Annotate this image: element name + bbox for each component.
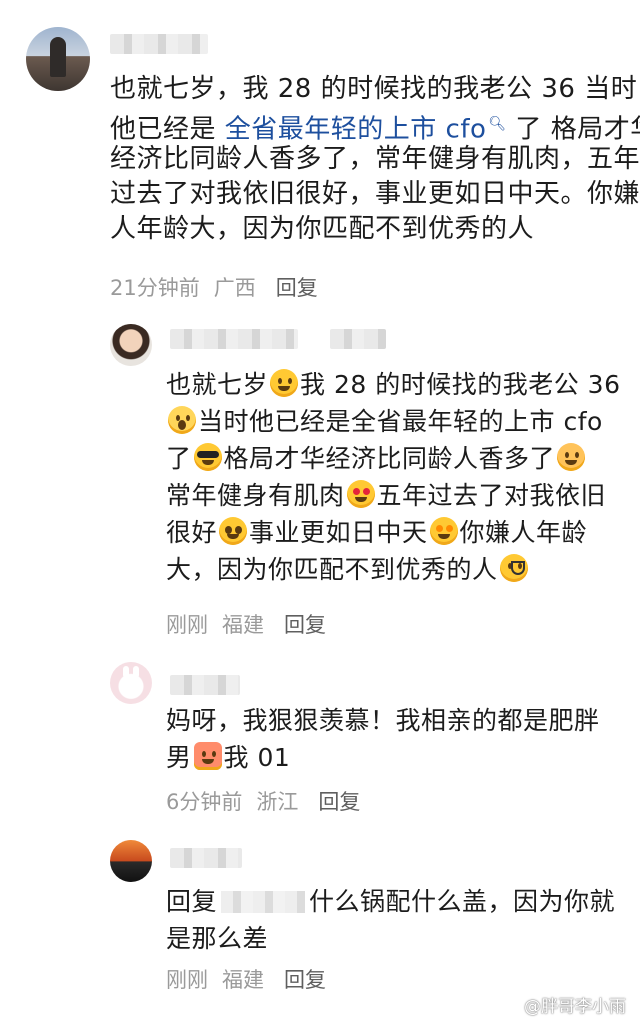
- search-icon[interactable]: 🔍︎: [488, 116, 506, 132]
- comment-text: 我 01: [223, 743, 291, 772]
- pleading-face-emoji: [219, 517, 248, 545]
- comment-meta: 6分钟前 浙江 回复: [166, 788, 374, 816]
- heart-eyes-emoji: [346, 480, 375, 508]
- watermark: @胖哥李小雨: [524, 997, 626, 1017]
- username-blurred[interactable]: [170, 848, 242, 868]
- comment-line: 是那么差: [166, 924, 269, 953]
- comment-location: 福建: [222, 613, 264, 637]
- avatar[interactable]: [26, 27, 90, 91]
- comment-line: 妈呀，我狠狠羡慕！我相亲的都是肥胖: [166, 706, 600, 735]
- comment-time: 21分钟前: [110, 276, 200, 300]
- comment-line: 男 我 01: [166, 739, 600, 776]
- username-blurred[interactable]: [170, 329, 298, 349]
- tired-face-emoji: [193, 742, 222, 770]
- reply-button[interactable]: 回复: [276, 276, 318, 300]
- comment-text: 什么锅配什么盖，因为你就: [309, 887, 616, 916]
- comment-line: 了 格局才华经济比同龄人香多了: [166, 440, 620, 477]
- comment-text: 回复: [166, 887, 218, 916]
- comment-text: 格局才华经济比同龄人香多了: [223, 444, 556, 473]
- comment-location: 浙江: [256, 790, 299, 814]
- search-link[interactable]: 全省最年轻的上市 cfo: [225, 115, 487, 145]
- winking-tongue-emoji: [270, 369, 299, 397]
- comment-line: 也就七岁 我 28 的时候找的我老公 36: [166, 366, 620, 403]
- comment-line: 经济比同龄人香多了，常年健身有肌肉，五年: [110, 144, 640, 174]
- comment-text: 也就七岁: [166, 370, 269, 399]
- comment-body: 也就七岁我 28 的时候找的我老公 36 当时他已经是全省最年轻的上市 cfo …: [166, 366, 620, 588]
- comment-line: 大，因为你匹配不到优秀的人: [166, 551, 620, 588]
- comment-location: 广西: [213, 276, 256, 300]
- sunglasses-emoji: [193, 443, 222, 471]
- comment-line: 回复 什么锅配什么盖，因为你就: [166, 883, 615, 920]
- comment-meta: 21分钟前 广西 回复: [110, 274, 332, 302]
- comment-time: 6分钟前: [166, 790, 243, 814]
- reply-button[interactable]: 回复: [284, 613, 326, 637]
- comment-time: 刚刚: [166, 613, 208, 637]
- screaming-face-emoji: [168, 406, 196, 434]
- comment-body: 回复 什么锅配什么盖，因为你就 是那么差: [166, 883, 615, 957]
- comment-text: 大，因为你匹配不到优秀的人: [166, 555, 498, 584]
- comment-text: 了 格局才华: [515, 114, 640, 145]
- reply-button[interactable]: 回复: [284, 968, 326, 992]
- comment-line: 人年龄大，因为你匹配不到优秀的人: [110, 214, 535, 244]
- comment-text: 很好: [166, 518, 218, 547]
- comment-line: 很好 事业更如日中天 你嫌人年龄: [166, 514, 620, 551]
- comment-text: 了: [166, 444, 192, 473]
- comment-line: 过去了对我依旧很好，事业更如日中天。你嫌: [110, 179, 640, 209]
- avatar[interactable]: [110, 324, 152, 366]
- star-struck-emoji: [429, 517, 458, 545]
- comment-line: 当时他已经是全省最年轻的上市 cfo: [166, 403, 620, 440]
- bunny-ear: [133, 666, 139, 678]
- mentioned-user-blurred[interactable]: [221, 891, 306, 913]
- comment-text: 男: [166, 743, 192, 772]
- comment-text: 事业更如日中天: [249, 518, 428, 547]
- monocle-face-emoji: [499, 554, 528, 582]
- comment-line: 常年健身有肌肉 五年过去了对我依旧: [166, 477, 620, 514]
- username-blurred[interactable]: [170, 675, 240, 695]
- comment-text: 我 28 的时候找的我老公 36: [300, 370, 621, 399]
- statue-figure: [50, 37, 66, 77]
- bunny-ear: [123, 666, 129, 678]
- username-blurred[interactable]: [110, 34, 208, 54]
- comment-text: 常年健身有肌肉: [166, 481, 345, 510]
- comment-body: 也就七岁，我 28 的时候找的我老公 36 当时 他已经是 全省最年轻的上市 c…: [110, 72, 640, 247]
- comment-meta: 刚刚 福建 回复: [166, 966, 340, 994]
- avatar[interactable]: [110, 662, 152, 704]
- reply-button[interactable]: 回复: [318, 790, 360, 814]
- comment-text: 你嫌人年龄: [459, 518, 588, 547]
- username-blurred: [330, 329, 386, 349]
- smiling-hearts-emoji: [557, 443, 586, 471]
- comment-text: 他已经是: [110, 114, 225, 145]
- comment-text: 五年过去了对我依旧: [376, 481, 607, 510]
- comment-line: 也就七岁，我 28 的时候找的我老公 36 当时: [110, 74, 638, 104]
- avatar[interactable]: [110, 840, 152, 882]
- comment-meta: 刚刚 福建 回复: [166, 611, 340, 639]
- comment-line: 他已经是 全省最年轻的上市 cfo🔍︎ 了 格局才华: [110, 107, 640, 145]
- comment-body: 妈呀，我狠狠羡慕！我相亲的都是肥胖 男 我 01: [166, 702, 600, 776]
- comment-time: 刚刚: [166, 968, 208, 992]
- comment-location: 福建: [222, 968, 264, 992]
- comment-text: 当时他已经是全省最年轻的上市 cfo: [198, 407, 603, 436]
